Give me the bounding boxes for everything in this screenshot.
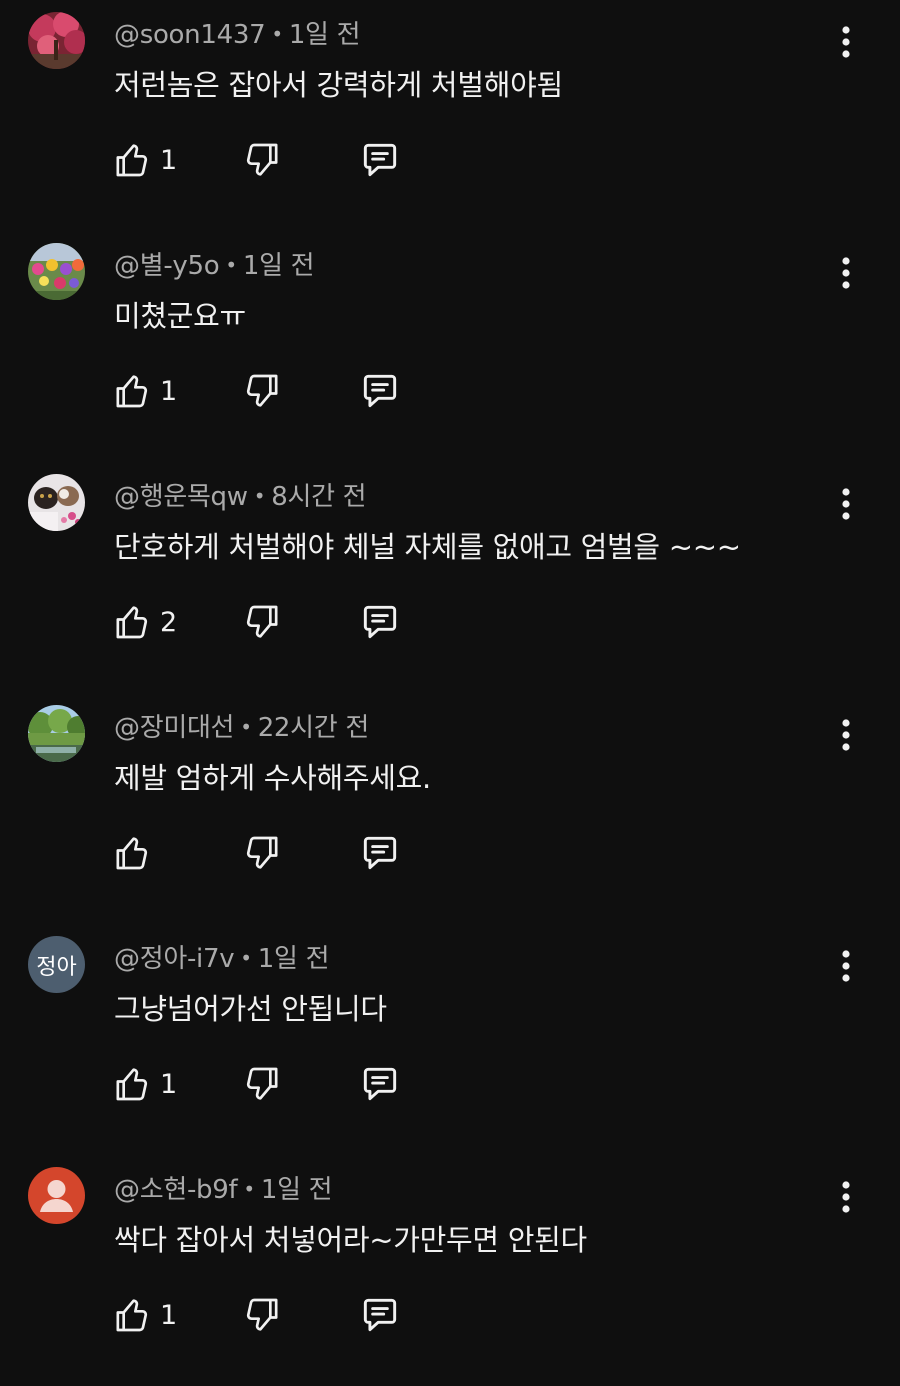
avatar[interactable] [28,1167,85,1224]
comment-item: @soon1437 • 1일 전 저런놈은 잡아서 강력하게 처벌해야됨 1 [0,0,900,231]
like-button[interactable]: 2 [112,600,177,644]
comment-time[interactable]: 8시간 전 [271,482,366,512]
thumbs-up-icon [116,1299,148,1332]
reply-icon [363,605,397,639]
thumbs-up-icon [116,144,148,177]
reply-button[interactable] [358,1062,402,1106]
comment-item: @별-y5o • 1일 전 미쳤군요ㅠ 1 [0,231,900,462]
dislike-button[interactable] [242,1062,282,1106]
reply-button[interactable] [358,138,402,182]
reply-button[interactable] [358,1293,402,1337]
meta-separator: • [240,715,252,739]
like-count: 1 [160,144,178,176]
thumbs-down-icon [246,1298,278,1331]
comment-text: 저런놈은 잡아서 강력하게 처벌해야됨 [114,68,563,102]
comment-time[interactable]: 1일 전 [289,20,361,50]
comment-meta: @행운목qw • 8시간 전 [114,476,367,513]
thumbs-down-icon [246,143,278,176]
comment-time[interactable]: 22시간 전 [258,713,370,743]
like-count: 1 [160,1068,178,1100]
thumbs-down-icon [246,605,278,638]
more-options-button[interactable] [826,478,866,530]
comment-item: @소현-b9f • 1일 전 싹다 잡아서 처넣어라~가만두면 안된다 1 [0,1155,900,1386]
like-button[interactable]: 1 [112,1293,177,1337]
comment-author[interactable]: @소현-b9f [114,1175,238,1205]
meta-separator: • [243,1177,255,1201]
reply-button[interactable] [358,369,402,413]
thumbs-down-icon [246,374,278,407]
comment-author[interactable]: @행운목qw [114,482,248,512]
comment-author[interactable]: @장미대선 [114,713,234,743]
reply-icon [363,1298,397,1332]
avatar[interactable] [28,12,85,69]
more-vertical-icon [842,26,850,58]
thumbs-up-icon [116,606,148,639]
comment-meta: @장미대선 • 22시간 전 [114,707,369,744]
person-icon [28,1167,85,1224]
meta-separator: • [271,22,283,46]
avatar[interactable] [28,705,85,762]
like-count: 2 [160,606,178,638]
more-vertical-icon [842,719,850,751]
comment-time[interactable]: 1일 전 [243,251,315,281]
thumbs-up-icon [116,1068,148,1101]
comment-item: @행운목qw • 8시간 전 단호하게 처벌해야 체널 자체를 없애고 엄벌을 ~~… [0,462,900,693]
comment-list: @soon1437 • 1일 전 저런놈은 잡아서 강력하게 처벌해야됨 1 @… [0,0,900,1370]
dislike-button[interactable] [242,600,282,644]
thumbs-up-icon [116,375,148,408]
meta-separator: • [253,484,266,508]
comment-item: 정아 @정아-i7v • 1일 전 그냥넘어가선 안됩니다 1 [0,924,900,1155]
more-options-button[interactable] [826,709,866,761]
meta-separator: • [240,946,252,970]
dislike-button[interactable] [242,138,282,182]
comment-text: 제발 엄하게 수사해주세요. [114,761,431,795]
reply-icon [363,143,397,177]
comment-time[interactable]: 1일 전 [258,944,330,974]
like-button[interactable] [112,831,160,875]
like-count: 1 [160,375,178,407]
comment-time[interactable]: 1일 전 [261,1175,333,1205]
like-button[interactable]: 1 [112,1062,177,1106]
more-vertical-icon [842,488,850,520]
comment-meta: @소현-b9f • 1일 전 [114,1169,333,1206]
comment-meta: @별-y5o • 1일 전 [114,245,315,282]
meta-separator: • [225,253,237,277]
more-options-button[interactable] [826,1171,866,1223]
reply-icon [363,836,397,870]
comment-text: 단호하게 처벌해야 체널 자체를 없애고 엄벌을 ~~~ [114,530,741,564]
like-count: 1 [160,1299,178,1331]
comment-text: 그냥넘어가선 안됩니다 [114,992,387,1026]
reply-icon [363,374,397,408]
comment-meta: @soon1437 • 1일 전 [114,14,361,51]
comment-meta: @정아-i7v • 1일 전 [114,938,330,975]
comment-author[interactable]: @별-y5o [114,251,220,281]
more-vertical-icon [842,950,850,982]
thumbs-down-icon [246,1067,278,1100]
more-options-button[interactable] [826,16,866,68]
dislike-button[interactable] [242,369,282,413]
more-options-button[interactable] [826,247,866,299]
comment-text: 싹다 잡아서 처넣어라~가만두면 안된다 [114,1223,587,1257]
reply-icon [363,1067,397,1101]
comment-item: @장미대선 • 22시간 전 제발 엄하게 수사해주세요. [0,693,900,924]
avatar[interactable] [28,243,85,300]
more-options-button[interactable] [826,940,866,992]
comment-text: 미쳤군요ㅠ [114,299,246,333]
dislike-button[interactable] [242,831,282,875]
reply-button[interactable] [358,600,402,644]
reply-button[interactable] [358,831,402,875]
like-button[interactable]: 1 [112,369,177,413]
comment-author[interactable]: @정아-i7v [114,944,235,974]
like-button[interactable]: 1 [112,138,177,182]
thumbs-up-icon [116,837,148,870]
dislike-button[interactable] [242,1293,282,1337]
more-vertical-icon [842,257,850,289]
thumbs-down-icon [246,836,278,869]
avatar[interactable]: 정아 [28,936,85,993]
comment-author[interactable]: @soon1437 [114,20,266,50]
avatar[interactable] [28,474,85,531]
more-vertical-icon [842,1181,850,1213]
